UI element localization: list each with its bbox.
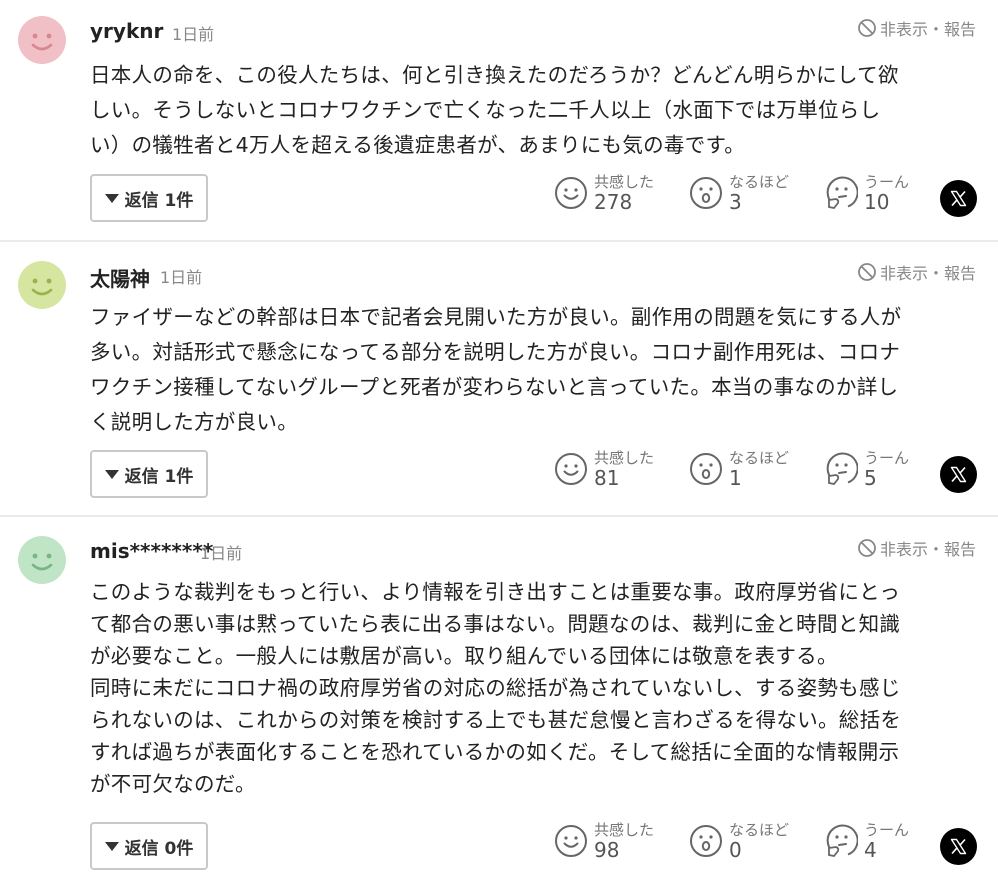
reply-label: 返信 1件	[124, 190, 194, 211]
divider	[0, 515, 998, 517]
comment-line: すれば過ちが表面化することを恐れているかの如くだ。そして総括に全面的な情報開示	[90, 740, 900, 764]
comment-body: このような裁判をもっと行い、より情報を引き出すことは重要な事。政府厚労省にとっ …	[90, 576, 970, 800]
triangle-down-icon	[104, 193, 119, 203]
hmm-label: うーん	[864, 821, 910, 839]
insight-reaction-button[interactable]: なるほど 1	[689, 450, 789, 489]
hmm-label: うーん	[864, 449, 910, 467]
hmm-count: 4	[864, 837, 877, 862]
comment-line: 日本人の命を、この役人たちは、何と引き換えたのだろうか？どんどん明らかにして欲	[90, 63, 899, 87]
smile-icon	[554, 176, 588, 210]
surprised-icon	[689, 824, 723, 858]
hmm-reaction-button[interactable]: うーん 4	[824, 822, 909, 861]
hide-report-label: 非表示・報告	[879, 20, 976, 39]
hmm-label: うーん	[864, 173, 910, 191]
timestamp: 1日前	[200, 544, 243, 563]
reply-button[interactable]: 返信 0件	[90, 822, 208, 870]
agree-count: 278	[594, 189, 633, 214]
comment-line: が必要なこと。一般人には敷居が高い。取り組んでいる団体には敬意を表する。	[90, 644, 838, 668]
thinking-icon	[824, 176, 858, 210]
x-logo-icon	[950, 190, 967, 207]
avatar[interactable]	[18, 261, 66, 309]
triangle-down-icon	[104, 469, 119, 479]
hmm-count: 5	[864, 465, 877, 490]
hide-report-link[interactable]: 非表示・報告	[857, 16, 976, 40]
insight-label: なるほど	[729, 821, 790, 839]
insight-count: 1	[729, 465, 742, 490]
hmm-reaction-button[interactable]: うーん 10	[824, 174, 909, 213]
no-entry-icon	[857, 262, 877, 282]
x-logo-icon	[950, 466, 967, 483]
hide-report-link[interactable]: 非表示・報告	[857, 536, 976, 560]
insight-count: 0	[729, 837, 742, 862]
username[interactable]: yryknr	[90, 19, 163, 43]
reply-label: 返信 1件	[124, 466, 194, 487]
comment-line: られないのは、これからの対策を検討する上でも甚だ怠慢と言わざるを得ない。総括を	[90, 708, 902, 732]
comment-line: く説明した方が良い。	[90, 410, 298, 434]
share-x-button[interactable]	[940, 180, 977, 217]
username[interactable]: mis********	[90, 539, 213, 563]
agree-reaction-button[interactable]: 共感した 278	[554, 174, 654, 213]
reply-button[interactable]: 返信 1件	[90, 450, 208, 498]
agree-count: 81	[594, 465, 620, 490]
agree-reaction-button[interactable]: 共感した 81	[554, 450, 654, 489]
thinking-icon	[824, 824, 858, 858]
comment-line: ファイザーなどの幹部は日本で記者会見開いた方が良い。副作用の問題を気にする人が	[90, 305, 902, 329]
avatar[interactable]	[18, 536, 66, 584]
reply-button[interactable]: 返信 1件	[90, 174, 208, 222]
x-logo-icon	[950, 838, 967, 855]
surprised-icon	[689, 452, 723, 486]
comment-line: 同時に未だにコロナ禍の政府厚労省の対応の総括が為されていないし、する姿勢も感じ	[90, 676, 901, 700]
avatar[interactable]	[18, 16, 66, 64]
comment-line: て都合の悪い事は黙っていたら表に出る事はない。問題なのは、裁判に金と時間と知識	[90, 612, 901, 636]
comment-line: このような裁判をもっと行い、より情報を引き出すことは重要な事。政府厚労省にとっ	[90, 580, 901, 604]
insight-reaction-button[interactable]: なるほど 0	[689, 822, 789, 861]
surprised-icon	[689, 176, 723, 210]
smile-icon	[554, 824, 588, 858]
username[interactable]: 太陽神	[90, 263, 150, 292]
comment-body: 日本人の命を、この役人たちは、何と引き換えたのだろうか？どんどん明らかにして欲 …	[90, 58, 970, 163]
insight-count: 3	[729, 189, 742, 214]
hmm-count: 10	[864, 189, 890, 214]
insight-reaction-button[interactable]: なるほど 3	[689, 174, 789, 213]
agree-label: 共感した	[594, 821, 655, 839]
agree-label: 共感した	[594, 449, 655, 467]
timestamp: 1日前	[172, 25, 215, 44]
comment-line: しい。そうしないとコロナワクチンで亡くなった二千人以上（水面下では万単位らし	[90, 98, 881, 122]
share-x-button[interactable]	[940, 456, 977, 493]
agree-reaction-button[interactable]: 共感した 98	[554, 822, 654, 861]
comment-line: が不可欠なのだ。	[90, 772, 256, 796]
thinking-icon	[824, 452, 858, 486]
comment-body: ファイザーなどの幹部は日本で記者会見開いた方が良い。副作用の問題を気にする人が …	[90, 300, 970, 440]
hmm-reaction-button[interactable]: うーん 5	[824, 450, 909, 489]
insight-label: なるほど	[729, 449, 790, 467]
share-x-button[interactable]	[940, 828, 977, 865]
comment-line: 多い。対話形式で懸念になってる部分を説明した方が良い。コロナ副作用死は、コロナ	[90, 340, 901, 364]
no-entry-icon	[857, 18, 877, 38]
insight-label: なるほど	[729, 173, 790, 191]
hide-report-link[interactable]: 非表示・報告	[857, 260, 976, 284]
hide-report-label: 非表示・報告	[879, 540, 976, 559]
comment-line: ワクチン接種してないグループと死者が変わらないと言っていた。本当の事なのか詳し	[90, 375, 899, 399]
agree-count: 98	[594, 837, 620, 862]
agree-label: 共感した	[594, 173, 655, 191]
comment-line: い）の犠牲者と4万人を超える後遺症患者が、あまりにも気の毒です。	[90, 133, 746, 157]
divider	[0, 240, 998, 242]
no-entry-icon	[857, 538, 877, 558]
timestamp: 1日前	[160, 268, 203, 287]
reply-label: 返信 0件	[124, 838, 194, 859]
smile-icon	[554, 452, 588, 486]
hide-report-label: 非表示・報告	[879, 264, 976, 283]
triangle-down-icon	[104, 841, 119, 851]
